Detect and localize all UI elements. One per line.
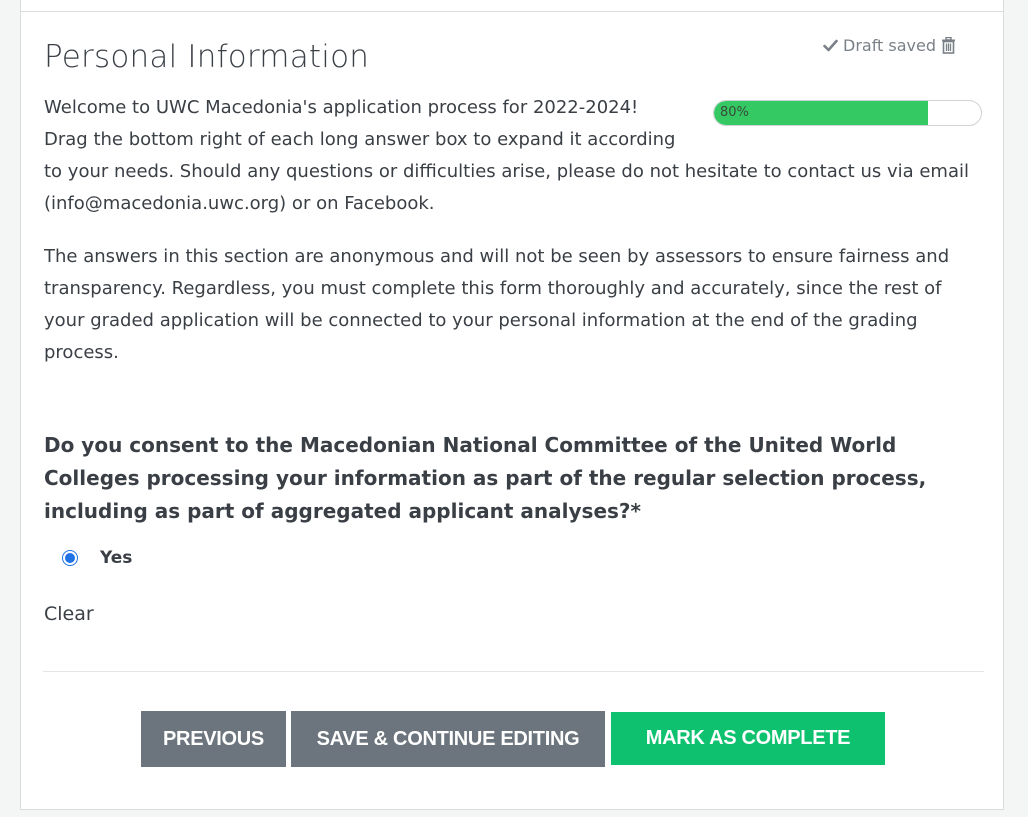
intro-text: Welcome to UWC Macedonia's application p…: [44, 92, 979, 220]
trash-icon[interactable]: [941, 37, 956, 54]
mark-complete-button[interactable]: MARK AS COMPLETE: [611, 712, 885, 765]
anonymity-notice: The answers in this section are anonymou…: [44, 246, 950, 363]
intro-line-1: Welcome to UWC Macedonia's application p…: [44, 97, 639, 118]
check-icon: [823, 39, 838, 52]
intro-rest: to your needs. Should any questions or d…: [44, 161, 969, 214]
clear-selection-link[interactable]: Clear: [44, 603, 94, 625]
intro-line-2: Drag the bottom right of each long answe…: [44, 129, 676, 150]
consent-question: Do you consent to the Macedonian Nationa…: [44, 433, 927, 523]
draft-status-text: Draft saved: [843, 36, 937, 55]
application-form-card: Personal Information Draft saved 80% Wel…: [20, 0, 1004, 810]
save-continue-button[interactable]: SAVE & CONTINUE EDITING: [291, 711, 605, 767]
consent-option-yes[interactable]: Yes: [62, 548, 132, 568]
yes-radio[interactable]: [62, 550, 78, 566]
draft-status: Draft saved: [823, 36, 956, 55]
form-divider: [43, 671, 984, 672]
page-title: Personal Information: [44, 39, 370, 75]
previous-button[interactable]: PREVIOUS: [141, 711, 286, 767]
radio-selected-dot: [65, 553, 75, 563]
yes-label[interactable]: Yes: [100, 548, 132, 568]
top-divider: [21, 11, 1003, 12]
